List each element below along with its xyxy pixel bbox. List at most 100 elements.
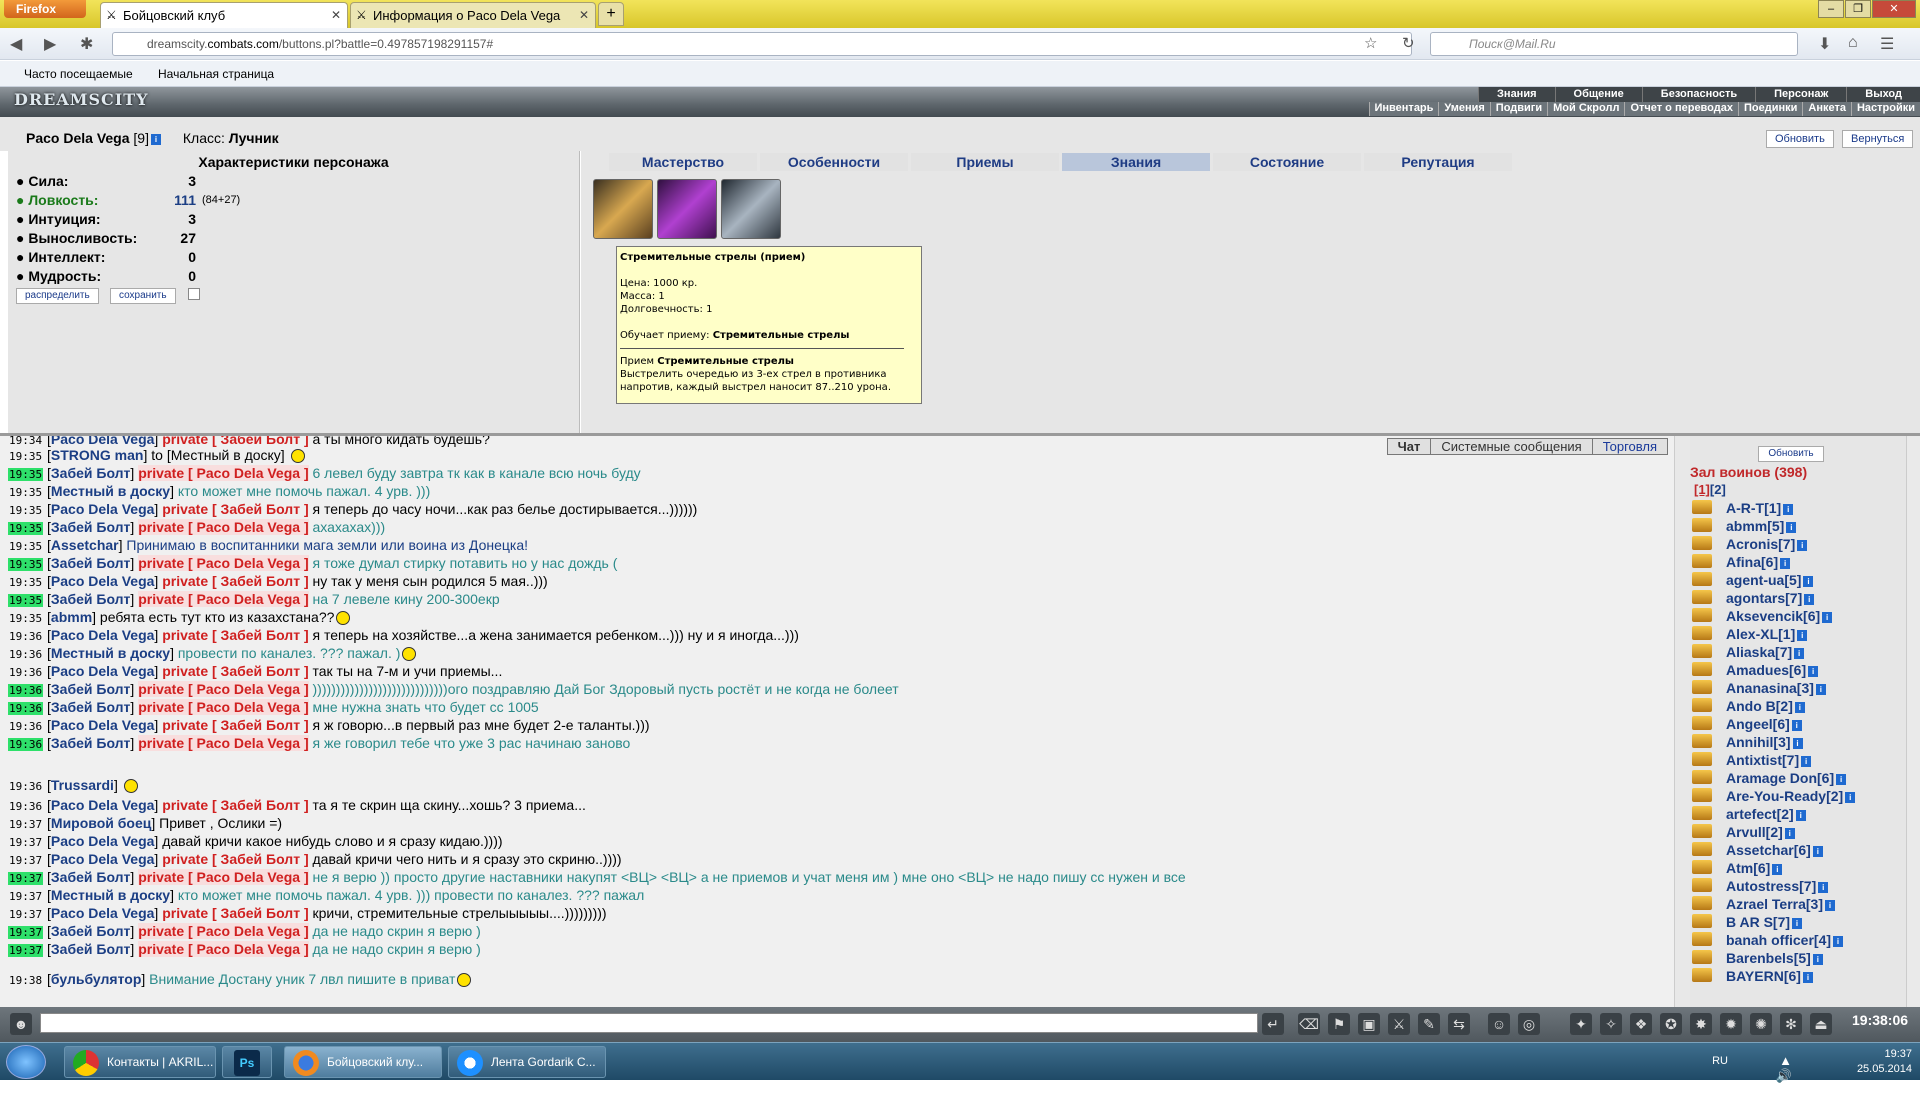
message-author[interactable]: Paco Dela Vega [51,797,155,813]
chat-input[interactable] [40,1013,1258,1033]
message-recipient[interactable]: to [Местный в доску] [151,447,284,463]
message-author[interactable]: Забей Болт [51,699,131,715]
info-icon[interactable]: i [1797,540,1807,551]
taskbar-ie[interactable]: Лента Gordarik C... [448,1046,606,1078]
private-message-icon[interactable] [1692,860,1712,874]
user-name[interactable]: abmm[5] [1726,518,1784,534]
message-author[interactable]: Paco Dela Vega [51,833,155,849]
action-1-icon[interactable]: ✦ [1570,1013,1592,1035]
maximize-button[interactable]: ❐ [1845,0,1871,18]
message-author[interactable]: Paco Dela Vega [51,717,155,733]
info-icon[interactable]: i [1816,684,1826,695]
user-name[interactable]: Amadues[6] [1726,662,1806,678]
message-author[interactable]: Мировой боец [51,815,151,831]
info-icon[interactable]: i [1803,576,1813,587]
private-marker[interactable]: private [ Paco Dela Vega ] [138,519,308,535]
info-icon[interactable]: i [151,134,161,145]
minimize-button[interactable]: – [1818,0,1844,18]
private-message-icon[interactable] [1692,500,1712,514]
info-icon[interactable]: i [1801,756,1811,767]
message-author[interactable]: Забей Болт [51,941,131,957]
user-list-item[interactable]: B AR S[7]i [1726,914,1802,932]
chat-tab-system[interactable]: Системные сообщения [1430,438,1592,455]
user-list-item[interactable]: Acronis[7]i [1726,536,1807,554]
submenu-profile[interactable]: Анкета [1802,102,1851,116]
private-message-icon[interactable] [1692,878,1712,892]
filter-icon[interactable]: ⚑ [1328,1013,1350,1035]
edit-icon[interactable]: ✎ [1418,1013,1440,1035]
private-message-icon[interactable] [1692,626,1712,640]
user-name[interactable]: Arvull[2] [1726,824,1783,840]
message-author[interactable]: Paco Dela Vega [51,573,155,589]
message-author[interactable]: Забей Болт [51,681,131,697]
user-list-item[interactable]: Alex-XL[1]i [1726,626,1807,644]
user-list-item[interactable]: Barenbels[5]i [1726,950,1823,968]
smiley-menu-icon[interactable]: ☻ [10,1013,32,1035]
distribute-button[interactable]: распределить [16,288,99,304]
close-icon[interactable]: ✕ [331,8,341,22]
user-list-item[interactable]: Aramage Don[6]i [1726,770,1846,788]
puzzle-icon[interactable]: ✱ [80,34,93,54]
info-icon[interactable]: i [1794,648,1804,659]
private-message-icon[interactable] [1692,554,1712,568]
user-name[interactable]: Antixtist[7] [1726,752,1799,768]
private-message-icon[interactable] [1692,968,1712,982]
user-list-item[interactable]: abmm[5]i [1726,518,1796,536]
close-icon[interactable]: ✕ [579,8,589,22]
menu-communication[interactable]: Общение [1555,87,1642,102]
info-icon[interactable]: i [1804,594,1814,605]
message-author[interactable]: Забей Болт [51,869,131,885]
submenu-skills[interactable]: Умения [1438,102,1489,116]
private-marker[interactable]: private [ Paco Dela Vega ] [138,591,308,607]
info-icon[interactable]: i [1818,882,1828,893]
info-icon[interactable]: i [1792,720,1802,731]
message-author[interactable]: Забей Болт [51,519,131,535]
action-8-icon[interactable]: ✻ [1780,1013,1802,1035]
private-message-icon[interactable] [1692,914,1712,928]
menu-exit[interactable]: Выход [1846,87,1920,102]
info-icon[interactable]: i [1792,918,1802,929]
fight-icon[interactable]: ⚔ [1388,1013,1410,1035]
menu-security[interactable]: Безопасность [1642,87,1755,102]
private-marker[interactable]: private [ Забей Болт ] [162,797,308,813]
submenu-settings[interactable]: Настройки [1851,102,1920,116]
info-icon[interactable]: i [1833,936,1843,947]
private-marker[interactable]: private [ Забей Болт ] [162,851,308,867]
message-author[interactable]: Забей Болт [51,923,131,939]
new-tab-button[interactable]: + [598,2,624,26]
info-icon[interactable]: i [1795,702,1805,713]
submenu-inventory[interactable]: Инвентарь [1369,102,1439,116]
user-list-item[interactable]: Annihil[3]i [1726,734,1803,752]
info-icon[interactable]: i [1836,774,1846,785]
tab-mastery[interactable]: Мастерство [609,153,757,171]
user-list-item[interactable]: Autostress[7]i [1726,878,1828,896]
user-name[interactable]: agent-ua[5] [1726,572,1801,588]
user-name[interactable]: Aliaska[7] [1726,644,1792,660]
user-name[interactable]: artefect[2] [1726,806,1794,822]
private-message-icon[interactable] [1692,662,1712,676]
private-message-icon[interactable] [1692,536,1712,550]
start-button[interactable] [6,1045,46,1079]
private-message-icon[interactable] [1692,824,1712,838]
info-icon[interactable]: i [1793,738,1803,749]
back-icon[interactable]: ◀ [10,34,22,54]
user-list-item[interactable]: Aksevencik[6]i [1726,608,1832,626]
back-button[interactable]: Вернуться [1842,130,1913,148]
info-icon[interactable]: i [1786,522,1796,533]
address-bar[interactable]: dreamscity.combats.com/buttons.pl?battle… [112,32,1412,56]
user-list-item[interactable]: Ananasina[3]i [1726,680,1826,698]
stat-checkbox[interactable] [188,288,200,300]
close-window-button[interactable]: ✕ [1872,0,1916,18]
user-name[interactable]: Autostress[7] [1726,878,1816,894]
info-icon[interactable]: i [1808,666,1818,677]
user-list-item[interactable]: artefect[2]i [1726,806,1806,824]
user-list-item[interactable]: banah officer[4]i [1726,932,1843,950]
action-6-icon[interactable]: ✹ [1720,1013,1742,1035]
scroll-purple-icon[interactable] [657,179,717,239]
reload-icon[interactable]: ↻ [1402,34,1415,52]
chat-scrollbar[interactable] [1674,436,1690,1007]
submenu-transfers[interactable]: Отчет о переводах [1624,102,1738,116]
exit-icon[interactable]: ⏏ [1810,1013,1832,1035]
private-marker[interactable]: private [ Забей Болт ] [162,905,308,921]
info-icon[interactable]: i [1772,864,1782,875]
